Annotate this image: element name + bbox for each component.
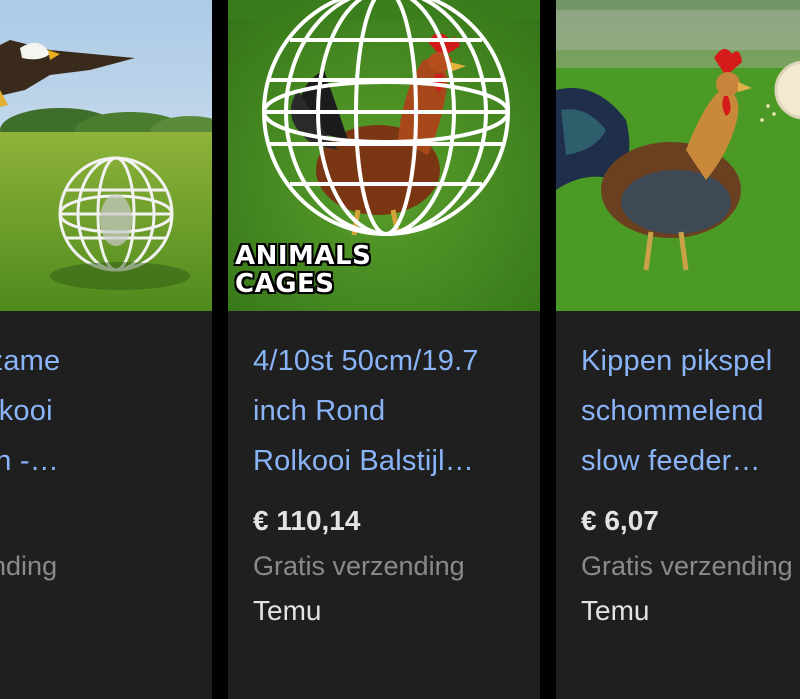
image-caption: ANIMALS CAGES bbox=[235, 242, 371, 298]
product-price: 2 bbox=[0, 501, 205, 541]
product-image[interactable] bbox=[556, 0, 800, 311]
rooster-with-feeder-photo bbox=[556, 0, 800, 311]
product-card[interactable]: Kippen pikspel schommelend slow feeder… … bbox=[556, 0, 800, 699]
image-caption-line: CAGES bbox=[235, 269, 335, 299]
seller-name: Temu bbox=[253, 595, 322, 626]
product-title-line[interactable]: Dieren -… bbox=[0, 436, 205, 486]
product-card[interactable]: Duurzame ic Rolkooi Dieren -… 2 verzendi… bbox=[0, 0, 212, 699]
product-image[interactable] bbox=[0, 0, 212, 311]
product-price: € 110,14 bbox=[253, 505, 361, 536]
product-title-line[interactable]: Duurzame bbox=[0, 336, 205, 386]
shopping-results-carousel: Duurzame ic Rolkooi Dieren -… 2 verzendi… bbox=[0, 0, 800, 699]
seller-name: Temu bbox=[581, 595, 650, 626]
image-caption-line: ANIMALS bbox=[235, 241, 372, 271]
product-title-line[interactable]: ic Rolkooi bbox=[0, 386, 205, 436]
product-title-line[interactable]: inch Rond bbox=[253, 386, 533, 436]
eagle-and-ball-cage-photo bbox=[0, 0, 212, 311]
product-info: 4/10st 50cm/19.7 inch Rond Rolkooi Balst… bbox=[253, 336, 533, 631]
seller-name: n bbox=[0, 591, 205, 631]
product-image[interactable]: ANIMALS CAGES bbox=[228, 0, 540, 311]
product-title-line[interactable]: schommelend bbox=[581, 386, 800, 436]
product-card[interactable]: ANIMALS CAGES 4/10st 50cm/19.7 inch Rond… bbox=[228, 0, 540, 699]
shipping-info: Gratis verzending bbox=[581, 551, 793, 581]
product-info: Kippen pikspel schommelend slow feeder… … bbox=[581, 336, 800, 631]
product-info: Duurzame ic Rolkooi Dieren -… 2 verzendi… bbox=[0, 336, 205, 631]
product-price: € 6,07 bbox=[581, 505, 659, 536]
product-title-line[interactable]: Kippen pikspel bbox=[581, 336, 800, 386]
shipping-info: verzending bbox=[0, 551, 58, 581]
shipping-info: Gratis verzending bbox=[253, 551, 465, 581]
product-title-line[interactable]: 4/10st 50cm/19.7 bbox=[253, 336, 533, 386]
product-title-line[interactable]: Rolkooi Balstijl… bbox=[253, 436, 533, 486]
product-title-line[interactable]: slow feeder… bbox=[581, 436, 800, 486]
